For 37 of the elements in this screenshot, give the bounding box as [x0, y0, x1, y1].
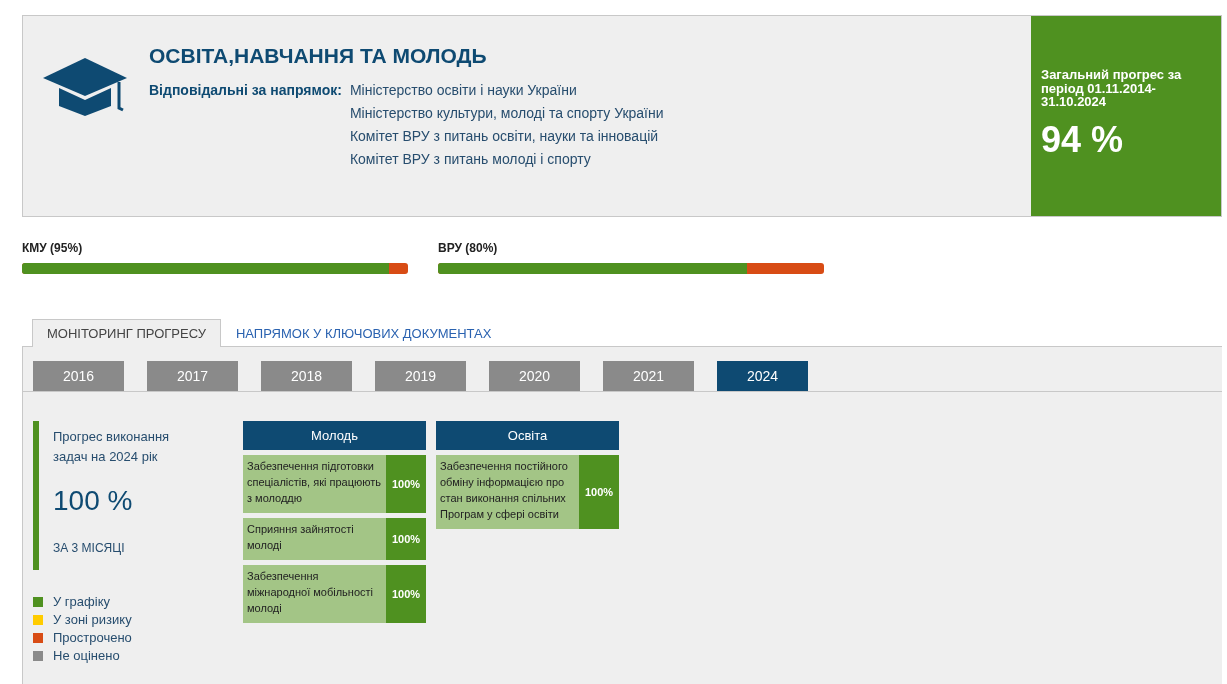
task-percent: 100% — [386, 455, 426, 513]
progress-label: КМУ (95%) — [22, 241, 84, 255]
tab[interactable]: МОНІТОРИНГ ПРОГРЕСУ — [32, 319, 221, 347]
summary-value: 100 % — [53, 485, 134, 518]
responsible-label: Відповідальні за напрямок: — [149, 82, 342, 100]
responsible-body: Комітет ВРУ з питань освіти, науки та інновацій — [349, 128, 660, 144]
group-header: Молодь — [243, 421, 426, 450]
task-percent: 100% — [386, 564, 426, 623]
year-tab[interactable]: 2018 — [261, 361, 352, 391]
responsible-body: Комітет ВРУ з питань молоді і спорту — [349, 151, 592, 167]
task-percent: 100% — [579, 455, 619, 529]
legend-label: Прострочено — [53, 630, 132, 645]
overall-progress-value: 94 % — [1041, 118, 1125, 161]
year-tab[interactable]: 2021 — [603, 361, 694, 391]
overall-progress-label: Загальний прогрес за період 01.11.2014-31.10.2024 — [1041, 68, 1183, 109]
tab[interactable]: НАПРЯМОК У КЛЮЧОВИХ ДОКУМЕНТАХ — [220, 319, 507, 347]
group-header: Освіта — [436, 421, 619, 450]
task-name: Забезпечення постійного обміну інформацією про стан виконання спільних Програм у сфері освіти — [436, 455, 579, 529]
graduation-cap-icon — [41, 56, 129, 118]
progress-label: ВРУ (80%) — [438, 241, 499, 255]
task-name: Забезпечення міжнародної мобільності молоді — [243, 564, 386, 623]
year-tab[interactable]: 2016 — [33, 361, 124, 391]
task-name: Сприяння зайнятості молоді — [243, 517, 386, 560]
legend-label: У зоні ризику — [53, 612, 132, 627]
responsible-body: Міністерство культури, молоді та спорту України — [349, 105, 664, 121]
section-title: ОСВІТА,НАВЧАННЯ ТА МОЛОДЬ — [149, 44, 488, 68]
year-tab[interactable]: 2017 — [147, 361, 238, 391]
legend-label: Не оцінено — [53, 648, 120, 663]
summary-period: ЗА 3 МІСЯЦІ — [53, 541, 126, 556]
task-name: Забезпечення підготовки спеціалістів, які працюють з молоддю — [243, 455, 386, 513]
legend-label: У графіку — [53, 594, 110, 609]
responsible-body: Міністерство освіти і науки України — [349, 82, 578, 98]
summary-label: Прогрес виконання задач на 2024 рік — [53, 428, 171, 467]
year-tab[interactable]: 2019 — [375, 361, 466, 391]
year-tab[interactable]: 2020 — [489, 361, 580, 391]
task-percent: 100% — [386, 517, 426, 560]
year-tab[interactable]: 2024 — [717, 361, 808, 391]
